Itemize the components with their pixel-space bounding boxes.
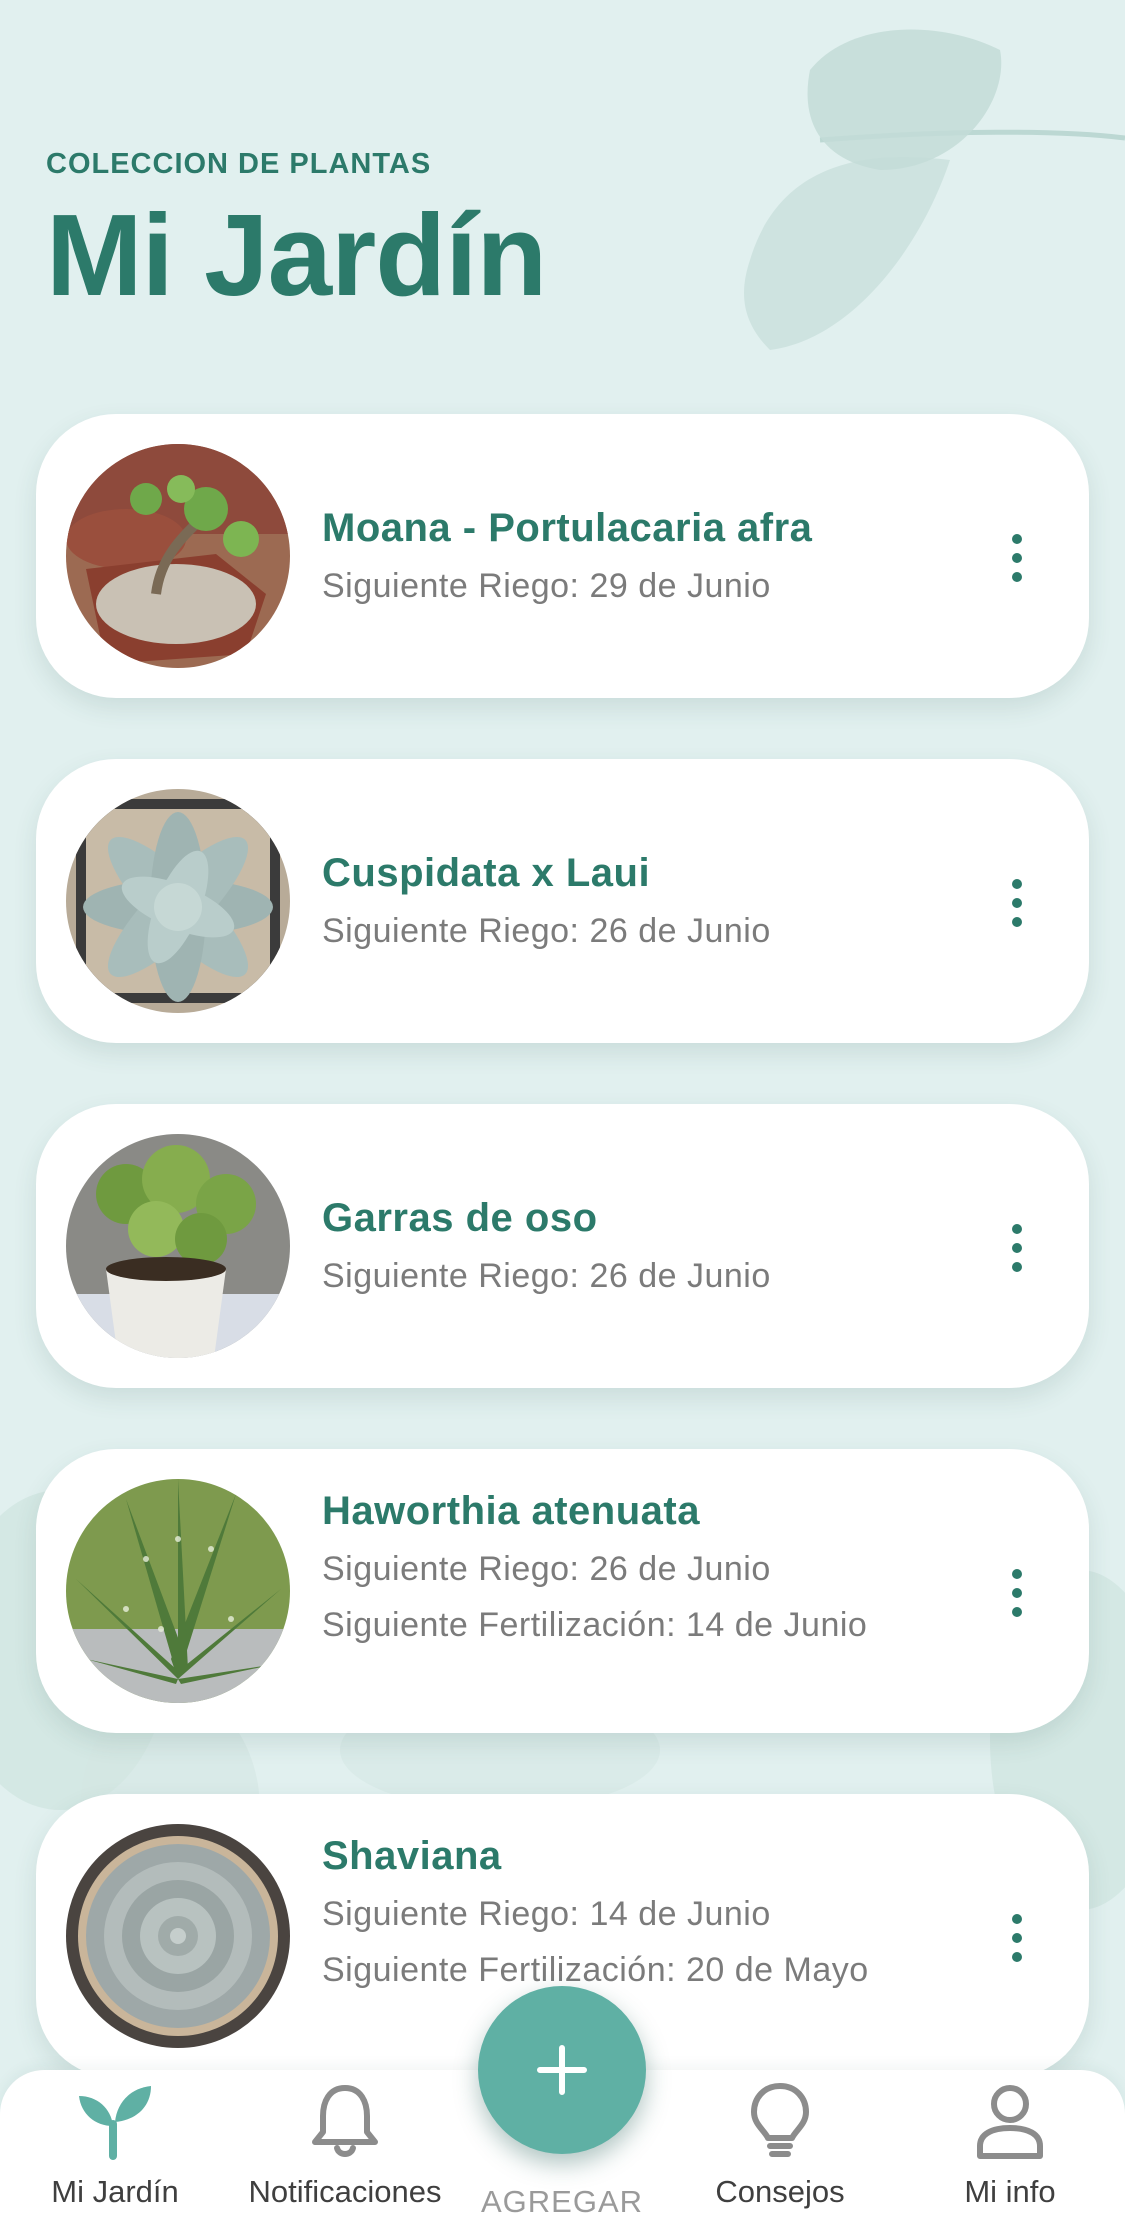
plant-name: Moana - Portulacaria afra	[322, 506, 813, 550]
plant-name: Garras de oso	[322, 1196, 598, 1240]
plant-photo	[66, 789, 290, 1013]
next-fertilization: Siguiente Fertilización: 20 de Mayo	[322, 1951, 869, 1989]
lightbulb-icon	[751, 2083, 809, 2157]
add-plant-button[interactable]	[478, 1986, 646, 2154]
plant-card[interactable]: Haworthia atenuata Siguiente Riego: 26 d…	[36, 1449, 1089, 1733]
collection-subtitle: COLECCION DE PLANTAS	[46, 148, 432, 180]
user-icon	[977, 2085, 1043, 2159]
next-watering: Siguiente Riego: 26 de Junio	[322, 1257, 771, 1295]
more-options-icon[interactable]	[1005, 534, 1029, 582]
sprout-icon	[79, 2086, 151, 2160]
plant-card[interactable]: Cuspidata x Laui Siguiente Riego: 26 de …	[36, 759, 1089, 1043]
tab-notificaciones[interactable]: Notificaciones	[230, 2080, 460, 2210]
bell-icon	[312, 2085, 378, 2157]
next-fertilization: Siguiente Fertilización: 14 de Junio	[322, 1606, 868, 1644]
tab-mi-info[interactable]: Mi info	[895, 2080, 1125, 2210]
plant-photo	[66, 1479, 290, 1703]
tab-label: Mi info	[964, 2174, 1056, 2209]
next-watering: Siguiente Riego: 29 de Junio	[322, 567, 771, 605]
tab-label: Consejos	[715, 2174, 845, 2209]
more-options-icon[interactable]	[1005, 1914, 1029, 1962]
tab-label: Mi Jardín	[51, 2174, 179, 2209]
plant-name: Shaviana	[322, 1834, 502, 1878]
page-title: Mi Jardín	[46, 190, 547, 320]
plant-photo	[66, 1824, 290, 2048]
tab-consejos[interactable]: Consejos	[665, 2080, 895, 2210]
more-options-icon[interactable]	[1005, 1224, 1029, 1272]
add-plant-label: AGREGAR	[480, 2184, 644, 2219]
plant-photo	[66, 1134, 290, 1358]
more-options-icon[interactable]	[1005, 1569, 1029, 1617]
more-options-icon[interactable]	[1005, 879, 1029, 927]
plant-card[interactable]: Moana - Portulacaria afra Siguiente Rieg…	[36, 414, 1089, 698]
next-watering: Siguiente Riego: 14 de Junio	[322, 1895, 771, 1933]
plant-name: Haworthia atenuata	[322, 1489, 700, 1533]
plant-card[interactable]: Garras de oso Siguiente Riego: 26 de Jun…	[36, 1104, 1089, 1388]
background-leaves-top	[744, 29, 1125, 350]
plant-photo	[66, 444, 290, 668]
next-watering: Siguiente Riego: 26 de Junio	[322, 912, 771, 950]
plus-icon	[537, 2045, 587, 2095]
next-watering: Siguiente Riego: 26 de Junio	[322, 1550, 771, 1588]
plant-name: Cuspidata x Laui	[322, 851, 651, 895]
tab-label: Notificaciones	[248, 2174, 442, 2209]
tab-mi-jardin[interactable]: Mi Jardín	[0, 2080, 230, 2210]
